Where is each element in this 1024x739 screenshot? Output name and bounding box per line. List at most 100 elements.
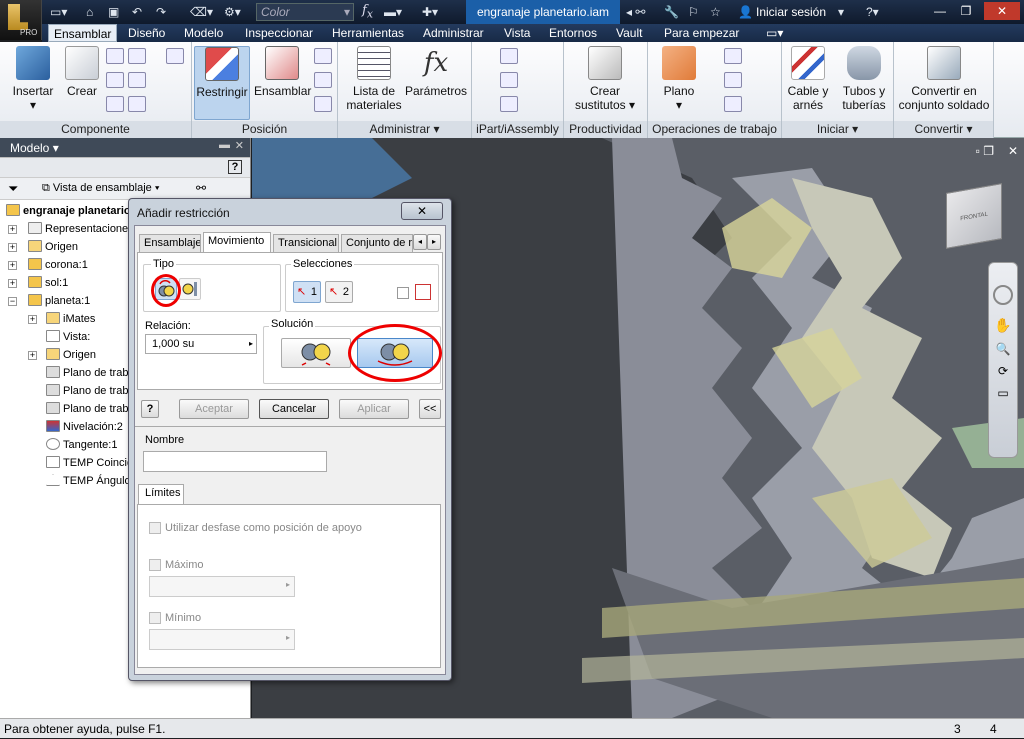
tree-item-planeta[interactable]: planeta:1 — [28, 292, 90, 310]
aceptar-button[interactable]: Aceptar — [179, 399, 249, 419]
assembly-view-dropdown[interactable]: ⧉ Vista de ensamblaje ▾ — [42, 182, 159, 195]
selection-2-button[interactable]: ↖ 2 — [325, 281, 353, 303]
tab-vista[interactable]: Vista — [504, 24, 530, 42]
ipart-table-icon[interactable] — [500, 72, 518, 88]
spinner-arrow-icon[interactable]: ▸ — [249, 335, 253, 353]
aplicar-button[interactable]: Aplicar — [339, 399, 409, 419]
color-dropdown[interactable]: Color ▾ — [256, 3, 354, 21]
new-icon[interactable]: ▭▾ — [50, 4, 67, 20]
favorite-icon[interactable]: ☆ — [710, 4, 721, 20]
mirror-icon[interactable] — [106, 72, 124, 88]
pick-part-first-icon[interactable] — [415, 284, 431, 300]
pattern-icon[interactable] — [106, 48, 124, 64]
group-convertir-label[interactable]: Convertir ▾ — [894, 121, 993, 138]
expand-icon[interactable]: + — [8, 225, 17, 234]
help-icon[interactable]: ?▾ — [866, 4, 879, 20]
viewcube[interactable]: FRONTAL — [946, 183, 1002, 249]
app-logo[interactable]: PRO — [0, 0, 42, 40]
redo-icon[interactable]: ↷ — [156, 4, 166, 20]
tab-diseno[interactable]: Diseño — [128, 24, 165, 42]
convertir-soldado-button[interactable]: Convertir en conjunto soldado — [894, 46, 994, 112]
tab-scroll-right-icon[interactable]: ▸ — [427, 234, 441, 250]
tab-entornos[interactable]: Entornos — [549, 24, 597, 42]
expand-icon[interactable]: + — [8, 279, 17, 288]
orbit-icon[interactable]: ⟳ — [989, 364, 1017, 378]
filter-icon[interactable]: ⏷ — [8, 181, 18, 197]
selection-1-button[interactable]: ↖ 1 — [293, 281, 321, 303]
move-icon[interactable] — [314, 72, 332, 88]
insertar-button[interactable]: Insertar ▾ — [8, 46, 58, 112]
fx-icon[interactable]: fx — [362, 3, 373, 21]
place-icon[interactable] — [128, 48, 146, 64]
group-iniciar-label[interactable]: Iniciar ▾ — [782, 121, 893, 138]
tab-inspeccionar[interactable]: Inspeccionar — [245, 24, 313, 42]
tree-item-root[interactable]: engranaje planetario — [6, 202, 131, 220]
crear-button[interactable]: Crear — [62, 46, 102, 98]
plano-button[interactable]: Plano ▾ — [654, 46, 704, 112]
tab-administrar[interactable]: Administrar — [423, 24, 484, 42]
parametros-button[interactable]: fx Parámetros — [404, 46, 468, 98]
point-icon[interactable] — [724, 72, 742, 88]
relacion-input[interactable]: 1,000 su ▸ — [145, 334, 257, 354]
tree-item-vista[interactable]: Vista: — [46, 328, 90, 346]
rotate-icon[interactable] — [314, 96, 332, 112]
tree-item-imates[interactable]: iMates — [46, 310, 95, 328]
viewport-close-icon[interactable]: ✕ — [1008, 144, 1018, 158]
tab-movimiento[interactable]: Movimiento — [203, 232, 271, 252]
expand-icon[interactable]: + — [8, 261, 17, 270]
restringir-button[interactable]: Restringir — [194, 46, 250, 120]
crosshair-icon[interactable]: ✚▾ — [422, 4, 438, 20]
tree-item-origen[interactable]: Origen — [28, 238, 78, 256]
pin-icon[interactable]: ▬ — [219, 139, 230, 151]
tab-limites[interactable]: Límites — [138, 484, 184, 504]
steering-wheel-icon[interactable] — [993, 285, 1013, 305]
lookat-icon[interactable]: ▭ — [989, 386, 1017, 400]
browser-close-icon[interactable]: ✕ — [235, 139, 244, 152]
tree-item-temp-angulo[interactable]: TEMP Ángulo — [46, 472, 131, 490]
close-icon[interactable]: ✕ — [984, 2, 1020, 20]
expand-icon[interactable]: + — [8, 243, 17, 252]
signin-link[interactable]: Iniciar sesión — [756, 5, 826, 19]
ensamblar-button[interactable]: Ensamblar — [254, 46, 311, 98]
browser-title[interactable]: Modelo ▾ — [10, 141, 59, 155]
minimo-input[interactable]: ▸ — [149, 629, 295, 650]
ipart-icon[interactable] — [500, 48, 518, 64]
group-administrar-label[interactable]: Administrar ▾ — [338, 121, 471, 138]
dialog-help-button[interactable]: ? — [141, 400, 159, 418]
tree-item-origen-planeta[interactable]: Origen — [46, 346, 96, 364]
maximo-checkbox[interactable] — [149, 559, 161, 571]
tab-transicional[interactable]: Transicional — [273, 234, 339, 252]
grid-icon[interactable] — [166, 48, 184, 64]
tab-ensamblar[interactable]: Ensamblar — [48, 24, 118, 42]
first-occurrence-checkbox[interactable] — [397, 287, 409, 299]
maximo-input[interactable]: ▸ — [149, 576, 295, 597]
ribbon-options-icon[interactable]: ▭▾ — [766, 24, 783, 42]
tubos-tuberias-button[interactable]: Tubos y tuberías — [838, 46, 890, 112]
return-icon[interactable]: ⌫▾ — [190, 4, 213, 20]
tab-modelo[interactable]: Modelo — [184, 24, 223, 42]
find-binoculars-icon[interactable]: ⚯ — [196, 181, 206, 195]
tree-item-tangente[interactable]: Tangente:1 — [46, 436, 117, 454]
forward-solution-button[interactable] — [281, 338, 351, 368]
open-icon[interactable]: ⌂ — [86, 4, 93, 20]
tab-conjunto[interactable]: Conjunto de restricciones — [341, 234, 413, 252]
tree-item-corona[interactable]: corona:1 — [28, 256, 88, 274]
pan-icon[interactable]: ✋ — [989, 317, 1017, 334]
viewport-restore-icon[interactable]: ▫ ❐ — [976, 144, 994, 158]
restore-icon[interactable]: ❐ — [956, 2, 976, 20]
expand-icon[interactable]: + — [28, 315, 37, 324]
search-binoculars-icon[interactable]: ◂ ⚯ — [626, 4, 645, 20]
tree-item-sol[interactable]: sol:1 — [28, 274, 68, 292]
zoom-icon[interactable]: 🔍 — [989, 342, 1017, 356]
copy-icon[interactable] — [106, 96, 124, 112]
tools-icon[interactable]: 🔧 — [664, 4, 679, 20]
spinner-arrow-icon[interactable]: ▸ — [286, 580, 290, 589]
minimo-checkbox[interactable] — [149, 612, 161, 624]
collapse-button[interactable]: << — [419, 399, 441, 419]
undo-icon[interactable]: ↶ — [132, 4, 142, 20]
cable-arnes-button[interactable]: Cable y arnés — [784, 46, 832, 112]
nombre-input[interactable] — [143, 451, 327, 472]
usar-desfase-checkbox[interactable] — [149, 522, 161, 534]
tree-item-representaciones[interactable]: Representaciones — [28, 220, 134, 238]
save-icon[interactable]: ▣ — [108, 4, 119, 20]
